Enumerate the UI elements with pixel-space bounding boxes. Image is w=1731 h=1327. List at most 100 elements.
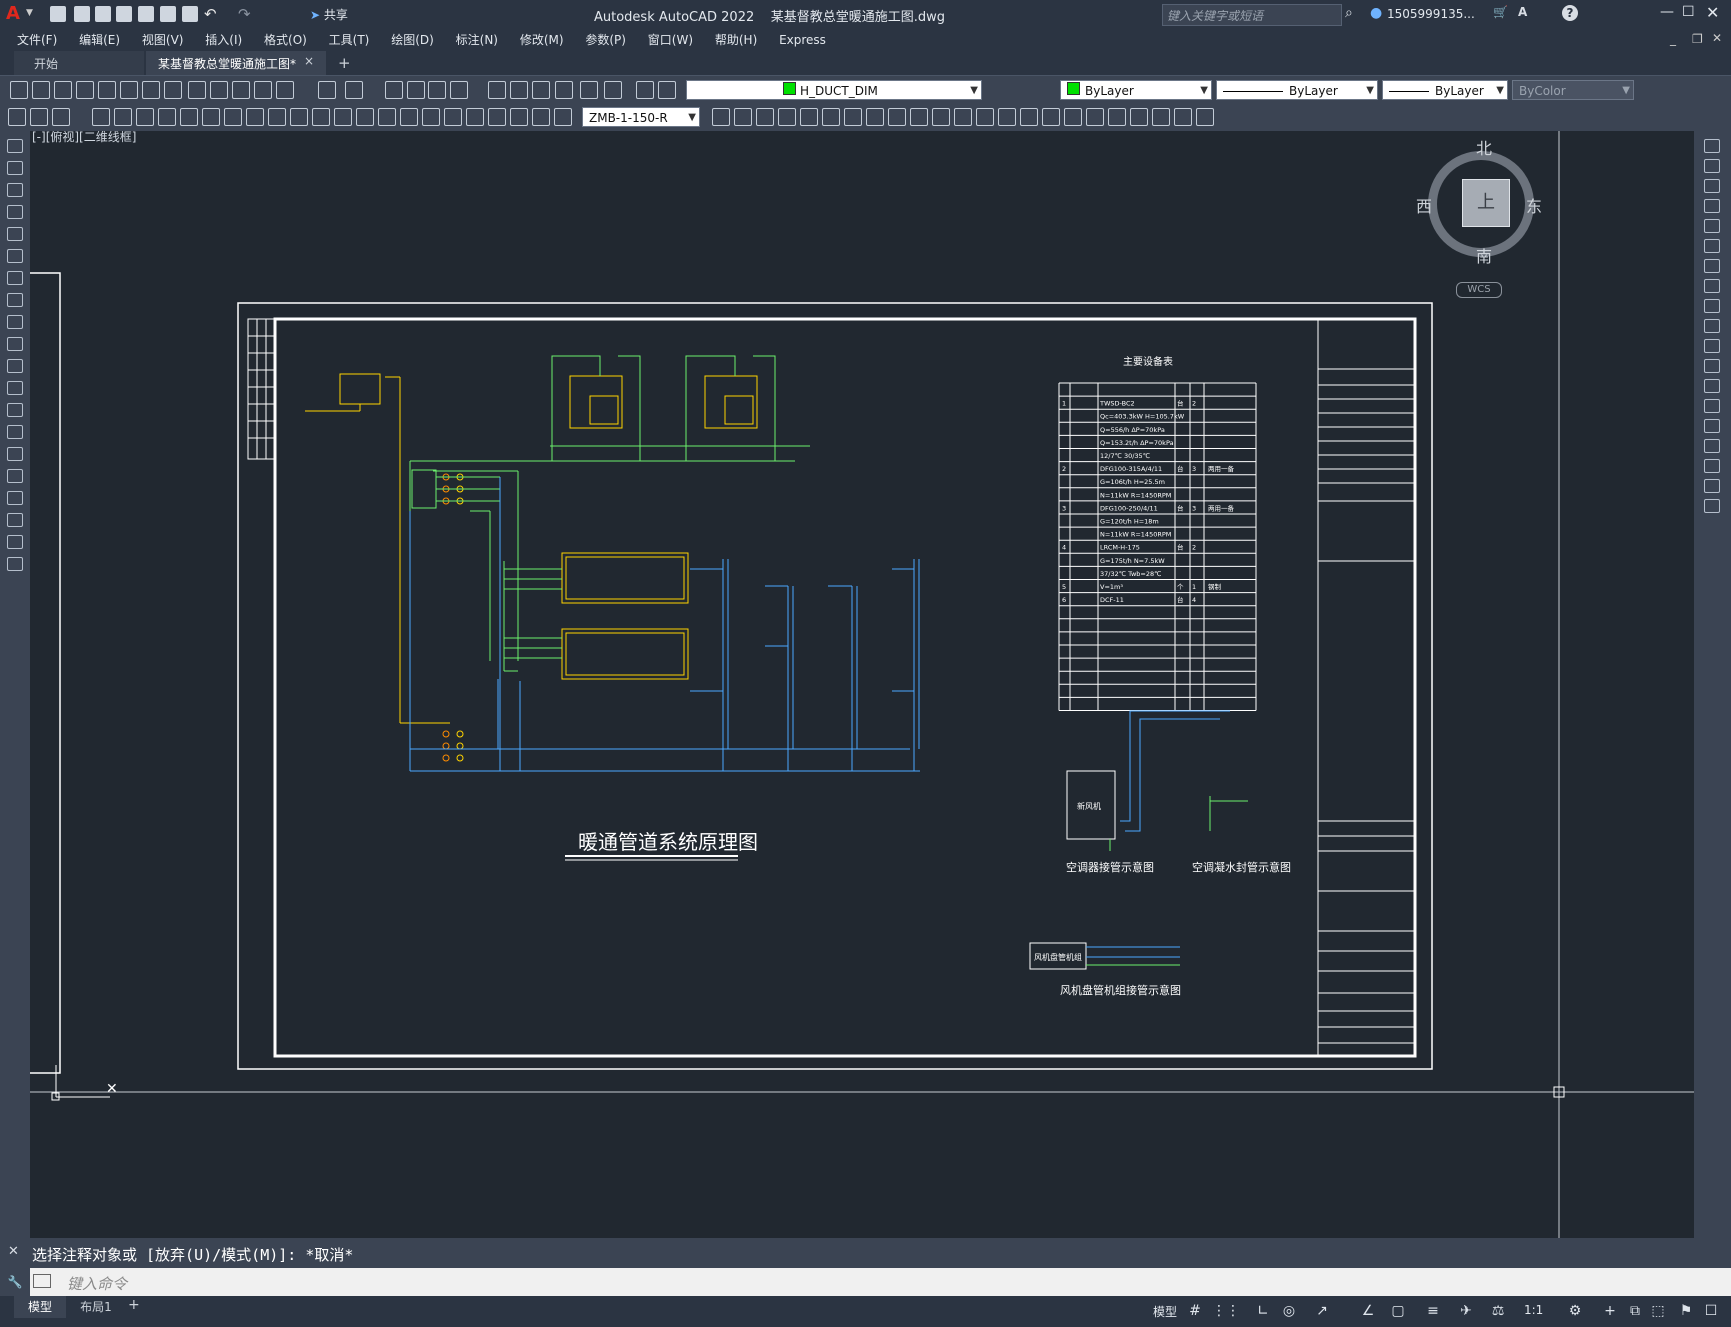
toolbar1-icon-27[interactable] [658,81,676,99]
status-toggle-icon-2[interactable]: ⋮⋮ [1212,1303,1240,1319]
toolbar1-icon-21[interactable] [510,81,528,99]
doc-restore-icon[interactable]: ❐ [1692,32,1703,46]
status-toggle-icon-10[interactable]: ⚖ [1490,1303,1506,1319]
status-toggle-icon-1[interactable]: # [1187,1303,1203,1319]
toolbar2-icon-35[interactable] [910,108,928,126]
toolbar1-icon-19[interactable] [450,81,468,99]
draw-tool-icon-11[interactable] [7,359,23,373]
modify-tool-icon-10[interactable] [1704,319,1720,333]
autodesk-app-icon[interactable]: A [1518,5,1527,19]
draw-tool-icon-16[interactable] [7,469,23,483]
toolbar2-icon-5[interactable] [114,108,132,126]
toolbar2-icon-42[interactable] [1064,108,1082,126]
command-line[interactable]: 🔧 键入命令 [0,1268,1731,1296]
app-menu-chevron-icon[interactable]: ▼ [26,8,33,18]
menu-edit[interactable]: 编辑(E) [70,29,129,51]
draw-tool-icon-13[interactable] [7,403,23,417]
modify-tool-icon-1[interactable] [1704,139,1720,153]
toolbar2-icon-6[interactable] [136,108,154,126]
save-web-icon[interactable] [160,6,176,22]
toolbar1-icon-26[interactable] [636,81,654,99]
toolbar2-icon-36[interactable] [932,108,950,126]
toolbar2-icon-2[interactable] [30,108,48,126]
toolbar2-icon-12[interactable] [268,108,286,126]
toolbar2-icon-38[interactable] [976,108,994,126]
tab-model[interactable]: 模型 [14,1296,66,1318]
menu-tools[interactable]: 工具(T) [320,29,379,51]
open-web-icon[interactable] [138,6,154,22]
menu-draw[interactable]: 绘图(D) [382,29,443,51]
toolbar1-icon-10[interactable] [210,81,228,99]
toolbar2-icon-32[interactable] [844,108,862,126]
toolbar2-icon-47[interactable] [1174,108,1192,126]
toolbar2-icon-13[interactable] [290,108,308,126]
help-icon[interactable]: ? [1562,5,1578,21]
toolbar2-icon-40[interactable] [1020,108,1038,126]
toolbar1-icon-8[interactable] [164,81,182,99]
draw-tool-icon-17[interactable] [7,491,23,505]
menu-express[interactable]: Express [770,29,835,51]
toolbar2-icon-48[interactable] [1196,108,1214,126]
toolbar2-icon-24[interactable] [532,108,550,126]
annotation-scale[interactable]: 1:1 [1524,1303,1543,1317]
modify-tool-icon-5[interactable] [1704,219,1720,233]
toolbar2-icon-33[interactable] [866,108,884,126]
draw-tool-icon-10[interactable] [7,337,23,351]
draw-tool-icon-12[interactable] [7,381,23,395]
toolbar2-icon-10[interactable] [224,108,242,126]
toolbar1-icon-18[interactable] [428,81,446,99]
toolbar2-icon-7[interactable] [158,108,176,126]
tab-layout1[interactable]: 布局1 [70,1296,122,1318]
toolbar1-icon-16[interactable] [385,81,403,99]
toolbar2-icon-23[interactable] [510,108,528,126]
user-name[interactable]: 1505999135... [1387,7,1475,21]
status-toggle-icon-14[interactable]: ⬚ [1650,1303,1666,1319]
status-toggle-icon-4[interactable]: ◎ [1281,1303,1297,1319]
toolbar1-icon-3[interactable] [54,81,72,99]
toolbar2-icon-20[interactable] [444,108,462,126]
toolbar2-icon-26[interactable] [712,108,730,126]
toolbar2-icon-46[interactable] [1152,108,1170,126]
menu-modify[interactable]: 修改(M) [511,29,573,51]
maximize-icon[interactable]: ☐ [1682,4,1695,20]
modify-tool-icon-17[interactable] [1704,459,1720,473]
draw-tool-icon-18[interactable] [7,513,23,527]
toolbar2-icon-18[interactable] [400,108,418,126]
modify-tool-icon-18[interactable] [1704,479,1720,493]
draw-tool-icon-1[interactable] [7,139,23,153]
menu-format[interactable]: 格式(O) [255,29,316,51]
modify-tool-icon-14[interactable] [1704,399,1720,413]
lineweight-dropdown[interactable]: ByLayer ▼ [1382,80,1508,100]
status-toggle-icon-5[interactable]: ↗ [1314,1303,1330,1319]
toolbar2-icon-19[interactable] [422,108,440,126]
viewcube-face-top[interactable]: 上 [1462,179,1510,227]
wcs-menu-button[interactable]: WCS [1456,282,1502,298]
status-toggle-icon-7[interactable]: ▢ [1390,1303,1406,1319]
menu-help[interactable]: 帮助(H) [706,29,766,51]
draw-tool-icon-19[interactable] [7,535,23,549]
toolbar1-icon-22[interactable] [532,81,550,99]
add-layout-button[interactable]: + [128,1297,140,1313]
toolbar2-icon-34[interactable] [888,108,906,126]
toolbar2-icon-22[interactable] [488,108,506,126]
viewcube-north[interactable]: 北 [1476,135,1492,159]
viewcube[interactable]: 上 北 南 西 东 WCS [1406,139,1554,299]
command-recent-icon[interactable] [33,1274,51,1288]
plotstyle-dropdown[interactable]: ByColor ▼ [1512,80,1634,100]
toolbar1-icon-25[interactable] [604,81,622,99]
model-space-button[interactable]: 模型 [1153,1303,1177,1320]
menu-parametric[interactable]: 参数(P) [576,29,635,51]
new-icon[interactable] [50,6,66,22]
doc-close-icon[interactable]: ✕ [1712,31,1722,45]
modify-tool-icon-2[interactable] [1704,159,1720,173]
command-close-icon[interactable]: ✕ [8,1244,19,1259]
plot-icon[interactable] [182,6,198,22]
search-box[interactable]: 键入关键字或短语 [1162,4,1342,26]
layer-dropdown[interactable]: H_DUCT_DIM ▼ [686,80,982,100]
toolbar2-icon-27[interactable] [734,108,752,126]
autocad-logo-icon[interactable]: A [6,4,24,24]
draw-tool-icon-2[interactable] [7,161,23,175]
close-icon[interactable]: ✕ [1706,3,1719,22]
draw-tool-icon-14[interactable] [7,425,23,439]
status-toggle-icon-8[interactable]: ≡ [1425,1303,1441,1319]
